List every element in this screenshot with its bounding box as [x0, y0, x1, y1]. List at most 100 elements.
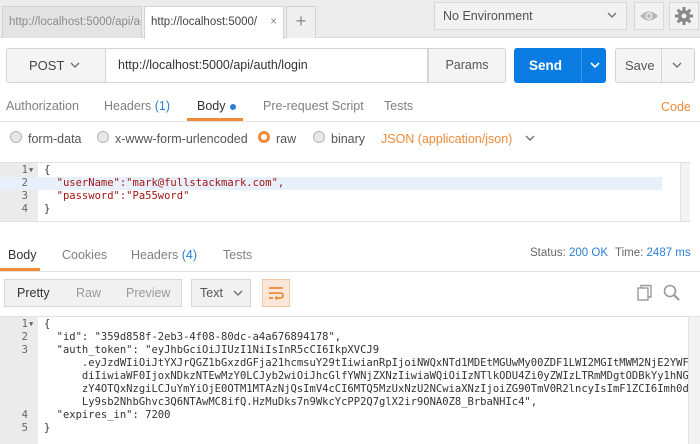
status-readout: Status: 200 OK: [530, 247, 608, 259]
tab-prerequest-script[interactable]: Pre-request Script: [263, 99, 364, 113]
fold-arrow-icon[interactable]: ▼: [29, 166, 33, 174]
status-value: 200 OK: [569, 247, 609, 259]
chevron-down-icon: [524, 132, 536, 146]
method-value: POST: [29, 58, 65, 73]
generate-code-link[interactable]: Code: [661, 100, 691, 114]
response-tab-cookies[interactable]: Cookies: [62, 248, 107, 262]
code-line: Ly9sb2NhbGhvc3Q6NTAwMC8ifQ.HzMuDks7n9Wkc…: [44, 396, 538, 408]
divider: [661, 49, 662, 82]
code-line: "password":"Pa55word": [44, 190, 190, 202]
request-tab[interactable]: http://localhost:5000/api/ac: [2, 6, 142, 38]
code-line: {: [44, 318, 51, 330]
response-headers-count-badge: (4): [181, 248, 198, 262]
send-options-chevron-icon[interactable]: [588, 48, 602, 96]
request-tab-active[interactable]: http://localhost:5000/ ×: [144, 6, 284, 39]
code-line: "id": "359d858f-2eb3-4f08-80dc-a4a676894…: [44, 331, 342, 343]
environment-quick-look-button[interactable]: [634, 2, 664, 30]
response-tab-tests[interactable]: Tests: [223, 248, 252, 262]
tab-strip: http://localhost:5000/api/ac http://loca…: [0, 0, 700, 39]
request-tab-label: http://localhost:5000/api/ac: [9, 16, 142, 28]
response-tab-body[interactable]: Body: [8, 248, 37, 262]
code-line: {: [44, 164, 51, 176]
line-number: 3: [21, 344, 28, 356]
method-select[interactable]: POST: [6, 48, 106, 83]
environment-select[interactable]: No Environment: [434, 2, 627, 30]
manage-environments-button[interactable]: [669, 2, 699, 30]
request-tab-label: http://localhost:5000/: [151, 16, 258, 28]
send-button[interactable]: Send: [514, 48, 606, 83]
response-type-select[interactable]: Text: [191, 279, 251, 307]
eye-icon: [640, 11, 658, 21]
chevron-down-icon: [69, 49, 81, 94]
radio-raw-label: raw: [276, 132, 297, 146]
scrollbar[interactable]: [688, 317, 700, 444]
chevron-down-icon: [606, 3, 618, 38]
request-body-editor[interactable]: 1 ▼ 2 3 4 { "userName":"mark@fullstackma…: [0, 162, 690, 222]
line-number: 4: [21, 409, 28, 421]
time-label: Time:: [615, 247, 644, 259]
line-number: 2: [21, 177, 28, 189]
fold-arrow-icon[interactable]: ▼: [29, 320, 33, 328]
modified-dot-icon: [229, 103, 236, 110]
code-line: }: [44, 203, 51, 215]
code-line: }: [44, 422, 51, 434]
time-readout: Time: 2487 ms: [615, 247, 691, 259]
copy-icon[interactable]: [636, 284, 654, 305]
divider: [0, 121, 700, 122]
tab-body[interactable]: Body: [197, 99, 236, 113]
tab-authorization[interactable]: Authorization: [6, 99, 79, 113]
line-number: 2: [21, 331, 28, 343]
response-tab-headers[interactable]: Headers (4): [131, 248, 197, 262]
time-value: 2487 ms: [646, 247, 691, 259]
content-type-value: JSON (application/json): [381, 132, 513, 146]
line-number: 4: [21, 203, 28, 215]
radio-urlencoded-label: x-www-form-urlencoded: [115, 132, 248, 146]
view-mode-group: Pretty Raw Preview: [4, 279, 182, 307]
tab-headers[interactable]: Headers (1): [104, 99, 170, 113]
code-line: "auth_token": "eyJhbGciOiJIUzI1NiIsInR5c…: [44, 344, 380, 356]
response-body-viewer[interactable]: 1 ▼ 2 3 4 5 { "id": "359d858f-2eb3-4f08-…: [0, 316, 700, 444]
search-icon[interactable]: [662, 283, 682, 306]
radio-form-data[interactable]: [10, 131, 22, 143]
tab-tests[interactable]: Tests: [384, 99, 413, 113]
code-line: diIiwiaWF0IjoxNDkzNTEwMzY0LCJyb2wiOiJhcG…: [44, 370, 700, 382]
divider: [0, 271, 700, 272]
line-number: 1: [21, 164, 28, 176]
radio-raw[interactable]: [258, 131, 270, 143]
tab-headers-label: Headers: [104, 99, 152, 113]
save-button-label: Save: [625, 58, 655, 73]
raw-button[interactable]: Raw: [76, 280, 101, 306]
code-line: "userName":"mark@fullstackmark.com",: [44, 177, 285, 189]
pretty-button[interactable]: Pretty: [17, 280, 50, 306]
url-input[interactable]: http://localhost:5000/api/auth/login: [106, 48, 428, 83]
send-button-label: Send: [529, 58, 563, 73]
chevron-down-icon: [232, 280, 244, 315]
close-icon[interactable]: ×: [270, 7, 277, 37]
divider: [581, 48, 582, 83]
headers-count-badge: (1): [154, 99, 171, 113]
status-label: Status:: [530, 247, 566, 259]
content-type-select[interactable]: JSON (application/json): [381, 132, 536, 146]
wrap-lines-icon: [269, 287, 284, 301]
response-tab-headers-label: Headers: [131, 248, 179, 262]
radio-binary[interactable]: [313, 131, 325, 143]
gear-icon: [675, 7, 693, 25]
radio-urlencoded[interactable]: [97, 131, 109, 143]
response-type-value: Text: [200, 286, 223, 300]
radio-form-data-label: form-data: [28, 132, 82, 146]
params-button[interactable]: Params: [428, 48, 506, 83]
code-line: zY4OTQxNzgiLCJuYmYiOjE0OTM1MTAzNjQsImV4c…: [44, 383, 700, 395]
save-button[interactable]: Save: [615, 48, 695, 83]
line-number: 3: [21, 190, 28, 202]
environment-select-value: No Environment: [443, 9, 533, 23]
tab-body-label: Body: [197, 99, 226, 113]
line-number: 5: [21, 422, 28, 434]
save-options-chevron-icon[interactable]: [670, 49, 684, 94]
radio-binary-label: binary: [331, 132, 366, 146]
new-tab-button[interactable]: +: [286, 6, 316, 38]
code-line: "expires_in": 7200: [44, 409, 171, 421]
preview-button[interactable]: Preview: [126, 280, 170, 306]
scrollbar[interactable]: [680, 163, 690, 221]
code-line: .eyJzdWIiOiJtYXJrQGZ1bGxzdGFja21hcmsuY29…: [44, 357, 700, 369]
wrap-lines-button[interactable]: [262, 279, 290, 307]
